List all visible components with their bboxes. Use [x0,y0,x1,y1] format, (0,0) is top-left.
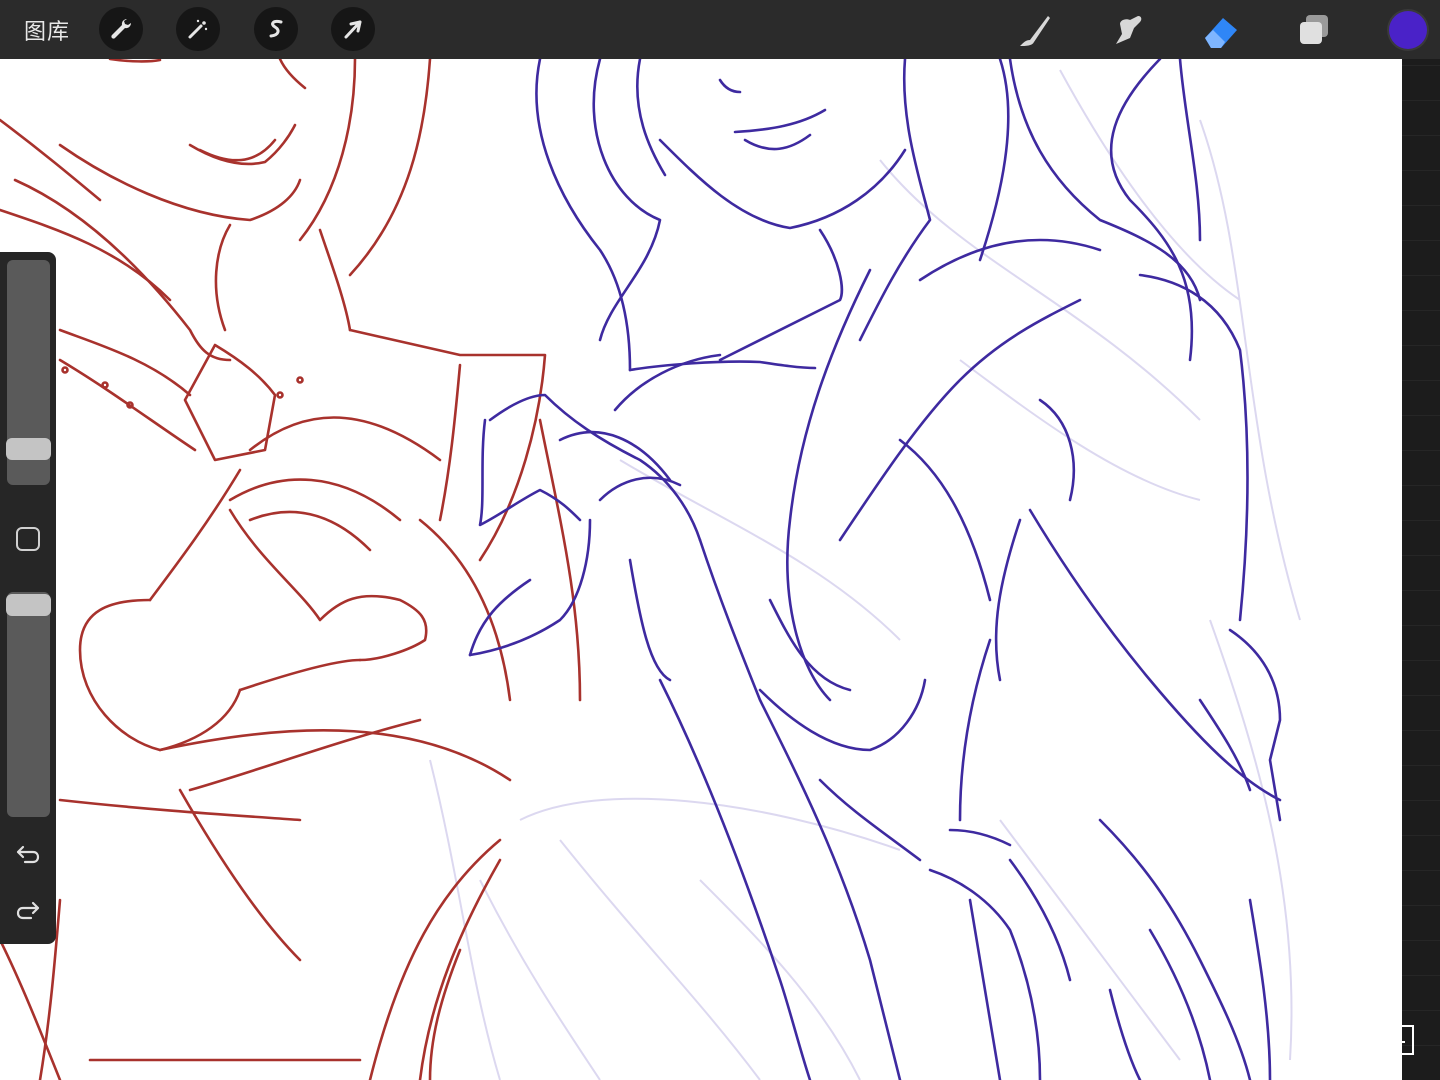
opacity-slider[interactable] [7,592,50,817]
selection-button[interactable] [254,7,298,51]
selection-s-icon [269,20,283,38]
color-swatch-button[interactable] [1389,11,1427,49]
blue-lineart-layer [468,59,1282,1080]
wrench-icon [111,18,132,39]
quickmenu-icon[interactable] [1393,1024,1417,1056]
transform-button[interactable] [331,7,375,51]
brush-button[interactable] [1012,8,1056,52]
eraser-icon [1205,18,1237,48]
adjustments-button[interactable] [176,7,220,51]
artwork [0,59,1301,1080]
eraser-button[interactable] [1199,8,1243,52]
left-sidebar [0,252,56,944]
actions-button[interactable] [99,7,143,51]
drawing-canvas[interactable] [0,59,1402,1080]
layers-icon [1300,15,1328,44]
brush-icon [1020,16,1050,46]
red-lineart-layer [0,59,582,1080]
redo-button[interactable] [14,896,42,924]
arrow-cursor-icon [344,20,362,39]
redo-icon [16,901,40,920]
canvas-edge-strip [1402,59,1440,1080]
brush-size-handle[interactable] [6,438,51,460]
layers-button[interactable] [1292,8,1336,52]
opacity-handle[interactable] [6,594,51,616]
magic-wand-icon [188,19,208,39]
undo-button[interactable] [14,840,42,868]
gallery-button[interactable]: 图库 [24,14,70,46]
top-toolbar: 图库 [0,0,1440,59]
smudge-finger-icon [1116,16,1142,44]
sketch-layer [429,69,1301,1080]
smudge-button[interactable] [1106,8,1150,52]
square-modifier-icon[interactable] [16,527,40,551]
undo-icon [16,845,40,864]
